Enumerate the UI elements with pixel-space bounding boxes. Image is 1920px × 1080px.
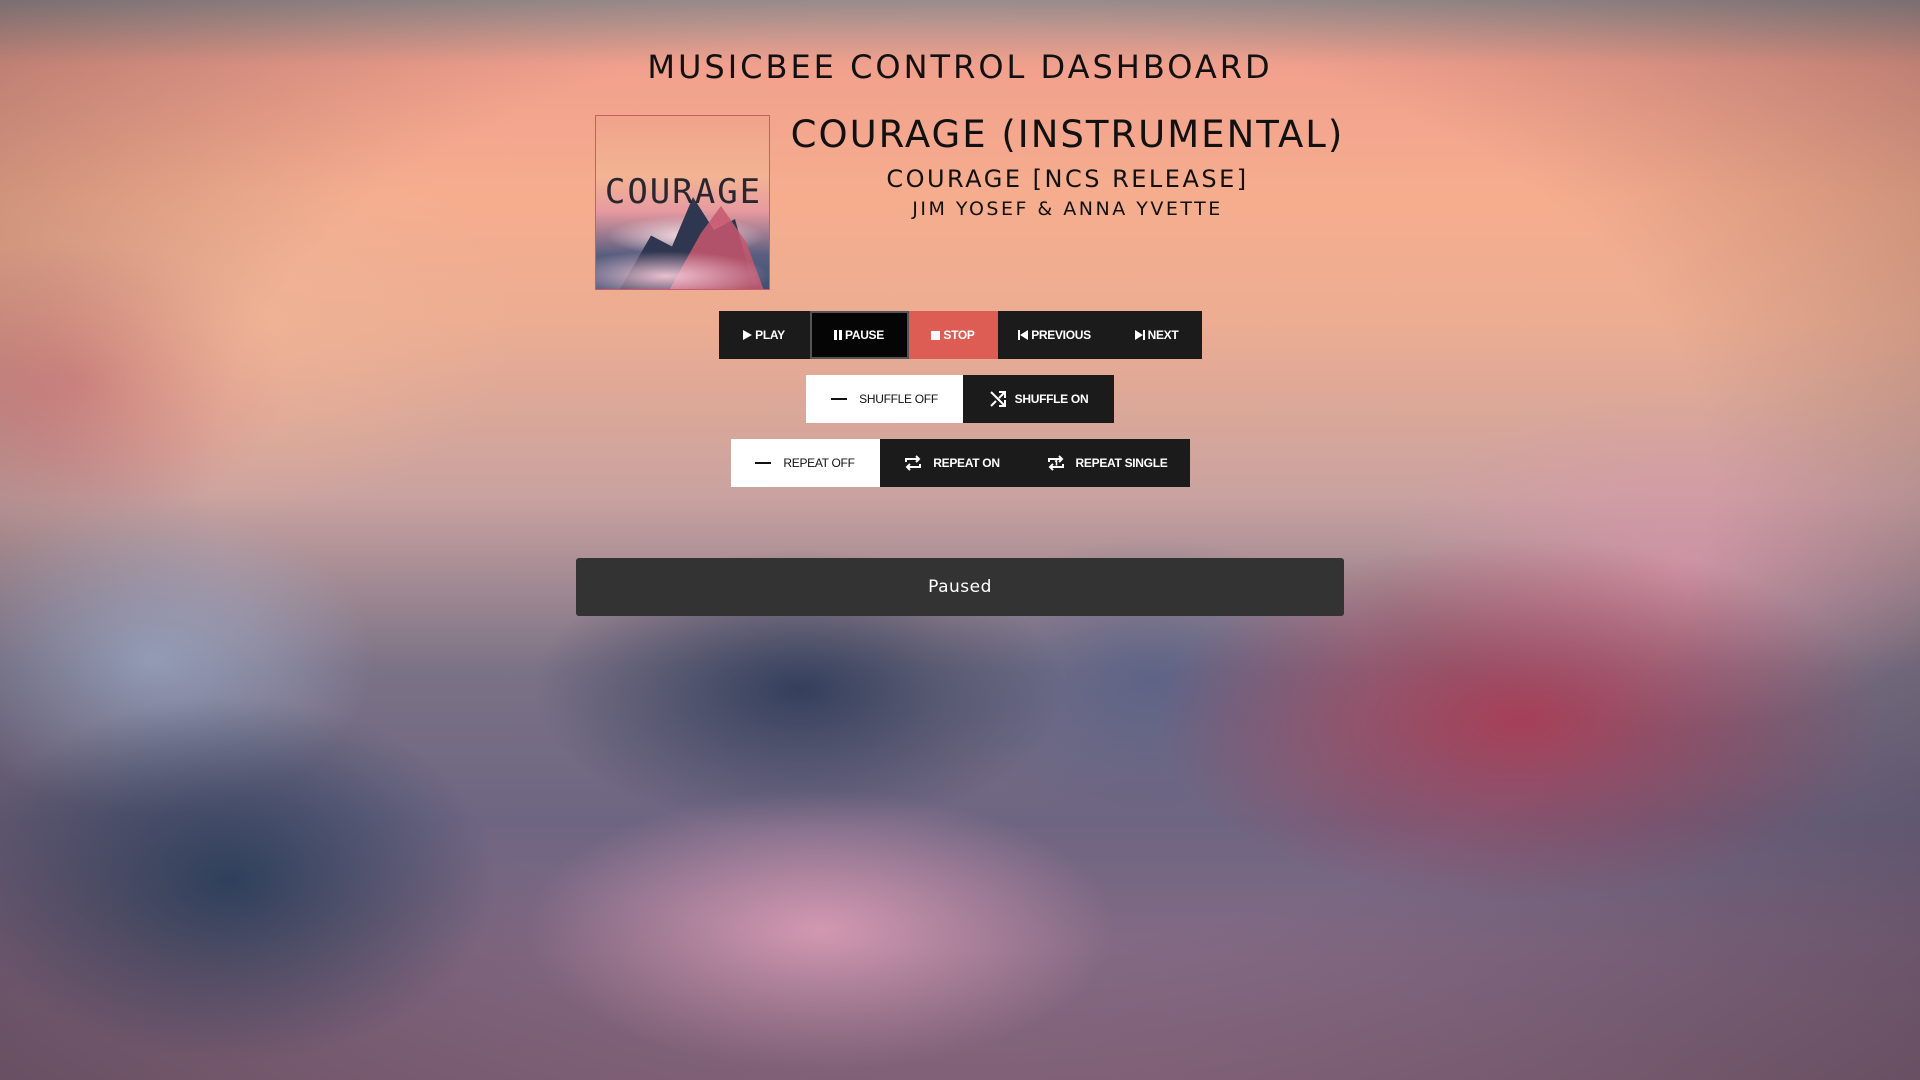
repeat-controls: REPEAT OFF REPEAT ON REPEAT SINGLE	[0, 439, 1920, 487]
album-art-cloud-lower	[596, 251, 769, 289]
stop-button[interactable]: STOP	[908, 311, 998, 359]
track-title: COURAGE (INSTRUMENTAL)	[790, 113, 1345, 156]
play-button[interactable]: PLAY	[718, 311, 810, 359]
repeat-single-label: REPEAT SINGLE	[1075, 456, 1168, 470]
track-info: COURAGE (INSTRUMENTAL) COURAGE [NCS RELE…	[770, 110, 1365, 222]
shuffle-off-button[interactable]: SHUFFLE OFF	[806, 375, 963, 423]
previous-button[interactable]: PREVIOUS	[997, 311, 1112, 359]
track-artist: JIM YOSEF & ANNA YVETTE	[912, 198, 1223, 220]
shuffle-on-label: SHUFFLE ON	[1014, 392, 1089, 406]
dashboard: MUSICBEE CONTROL DASHBOARD COURAGE COURA…	[0, 0, 1920, 1080]
status-text: Paused	[928, 577, 992, 597]
status-bar: Paused	[576, 558, 1344, 616]
stop-icon	[931, 330, 941, 340]
dash-icon	[755, 461, 772, 465]
previous-label: PREVIOUS	[1031, 328, 1091, 342]
dash-icon	[831, 397, 848, 401]
shuffle-off-label: SHUFFLE OFF	[859, 392, 938, 406]
play-icon	[743, 330, 753, 340]
shuffle-icon	[989, 390, 1007, 408]
page-title: MUSICBEE CONTROL DASHBOARD	[647, 48, 1273, 86]
next-button[interactable]: NEXT	[1111, 311, 1202, 359]
previous-icon	[1018, 330, 1029, 340]
repeat-on-label: REPEAT ON	[933, 456, 1000, 470]
repeat-off-label: REPEAT OFF	[783, 456, 855, 470]
repeat-icon	[903, 454, 923, 472]
shuffle-controls: SHUFFLE OFF SHUFFLE ON	[0, 375, 1920, 423]
repeat-off-button[interactable]: REPEAT OFF	[730, 439, 880, 487]
repeat-on-button[interactable]: REPEAT ON	[879, 439, 1024, 487]
next-label: NEXT	[1147, 328, 1179, 342]
pause-icon	[834, 330, 843, 340]
track-album: COURAGE [NCS RELEASE]	[886, 165, 1249, 193]
stop-label: STOP	[943, 328, 975, 342]
repeat-single-button[interactable]: REPEAT SINGLE	[1023, 439, 1190, 487]
repeat-one-icon	[1046, 454, 1066, 472]
album-art-text: COURAGE	[604, 172, 763, 212]
pause-label: PAUSE	[845, 328, 884, 342]
transport-controls: PLAY PAUSE STOP PREVIOUS NEXT	[0, 311, 1920, 359]
album-art: COURAGE	[595, 115, 770, 290]
play-label: PLAY	[755, 328, 785, 342]
shuffle-on-button[interactable]: SHUFFLE ON	[963, 375, 1114, 423]
next-icon	[1134, 330, 1145, 340]
pause-button[interactable]: PAUSE	[809, 311, 909, 359]
